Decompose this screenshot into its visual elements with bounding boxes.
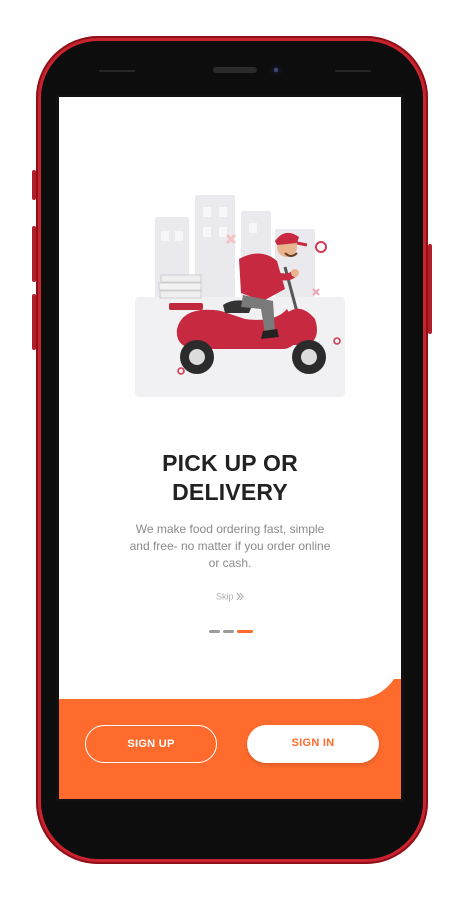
mute-switch	[32, 170, 36, 200]
delivery-scooter-illustration	[135, 195, 345, 397]
onboarding-title: PICK UP OR DELIVERY	[59, 449, 401, 507]
title-line-1: PICK UP OR	[162, 450, 298, 476]
sign-in-button[interactable]: SIGN IN	[247, 725, 379, 763]
onboarding-description: We make food ordering fast, simple and f…	[129, 522, 331, 570]
volume-down-button	[32, 294, 36, 350]
app-screen: PICK UP OR DELIVERY We make food orderin…	[56, 94, 404, 802]
skip-link[interactable]: Skip	[59, 591, 401, 602]
title-line-2: DELIVERY	[172, 479, 288, 505]
notch-line-right	[335, 70, 371, 72]
chevron-right-icon	[236, 592, 244, 601]
page-dot-3-active[interactable]	[237, 630, 253, 633]
panel-curve	[59, 649, 401, 699]
front-camera	[270, 64, 282, 76]
notch-line-left	[99, 70, 135, 72]
skip-label: Skip	[215, 591, 234, 602]
volume-up-button	[32, 226, 36, 282]
pizza-boxes	[158, 274, 202, 299]
sign-up-button[interactable]: SIGN UP	[85, 725, 217, 763]
power-button	[428, 244, 432, 334]
page-dot-2[interactable]	[223, 630, 234, 633]
earpiece-speaker	[213, 67, 257, 73]
page-dot-1[interactable]	[209, 630, 220, 633]
